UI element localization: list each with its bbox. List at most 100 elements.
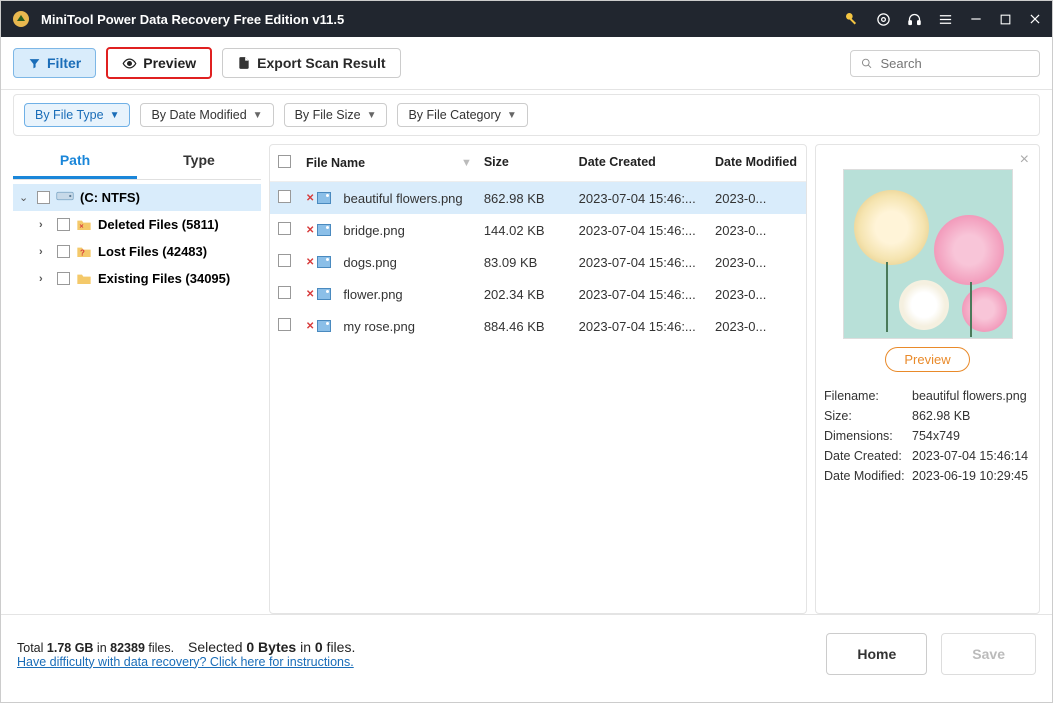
file-date-created: 2023-07-04 15:46:...	[579, 191, 715, 206]
tree-item-label: Lost Files (42483)	[98, 244, 207, 259]
filterbar: By File Type▼ By Date Modified▼ By File …	[13, 94, 1040, 136]
home-button[interactable]: Home	[826, 633, 927, 675]
chevron-down-icon: ▼	[367, 110, 377, 121]
folder-icon	[76, 272, 92, 286]
deleted-mark-icon: ✕	[306, 321, 314, 332]
caret-down-icon: ⌄	[19, 191, 31, 204]
preview-open-button[interactable]: Preview	[885, 347, 969, 372]
filter-file-type[interactable]: By File Type▼	[24, 103, 130, 127]
svg-text:×: ×	[79, 221, 83, 230]
column-header: File Name▼ Size Date Created Date Modifi…	[270, 145, 806, 182]
key-icon[interactable]	[844, 11, 860, 27]
funnel-icon	[28, 57, 41, 70]
table-row[interactable]: ✕dogs.png83.09 KB2023-07-04 15:46:...202…	[270, 246, 806, 278]
deleted-mark-icon: ✕	[306, 289, 314, 300]
checkbox[interactable]	[278, 286, 291, 299]
eye-icon	[122, 56, 137, 71]
headphones-icon[interactable]	[907, 12, 922, 27]
file-date-created: 2023-07-04 15:46:...	[579, 287, 715, 302]
file-size: 862.98 KB	[484, 191, 579, 206]
checkbox[interactable]	[57, 245, 70, 258]
table-row[interactable]: ✕my rose.png884.46 KB2023-07-04 15:46:..…	[270, 310, 806, 342]
file-list: File Name▼ Size Date Created Date Modifi…	[269, 144, 807, 614]
image-file-icon	[317, 288, 331, 300]
folder-deleted-icon: ×	[76, 218, 92, 232]
caret-right-icon: ›	[39, 246, 51, 258]
export-button[interactable]: Export Scan Result	[222, 48, 400, 78]
search-box[interactable]	[850, 50, 1040, 77]
meta-date-created: 2023-07-04 15:46:14	[912, 449, 1031, 463]
file-name: beautiful flowers.png	[343, 191, 462, 206]
export-icon	[237, 56, 251, 70]
disc-icon[interactable]	[876, 12, 891, 27]
help-link[interactable]: Have difficulty with data recovery? Clic…	[17, 655, 354, 669]
tree-item-lost[interactable]: › ? Lost Files (42483)	[13, 238, 261, 265]
tab-path[interactable]: Path	[13, 144, 137, 179]
meta-filename: beautiful flowers.png	[912, 389, 1031, 403]
checkbox[interactable]	[278, 254, 291, 267]
table-row[interactable]: ✕bridge.png144.02 KB2023-07-04 15:46:...…	[270, 214, 806, 246]
drive-icon	[56, 190, 74, 205]
file-name: dogs.png	[343, 255, 397, 270]
caret-right-icon: ›	[39, 273, 51, 285]
minimize-icon[interactable]	[969, 12, 983, 26]
search-input[interactable]	[880, 56, 1029, 71]
sidebar: Path Type ⌄ (C: NTFS) › × Deleted Files …	[13, 144, 261, 614]
search-icon	[861, 57, 872, 70]
filter-date-modified[interactable]: By Date Modified▼	[140, 103, 273, 127]
file-size: 83.09 KB	[484, 255, 579, 270]
col-date-created[interactable]: Date Created	[579, 155, 715, 171]
deleted-mark-icon: ✕	[306, 225, 314, 236]
checkbox[interactable]	[37, 191, 50, 204]
checkbox[interactable]	[57, 218, 70, 231]
app-title: MiniTool Power Data Recovery Free Editio…	[41, 12, 844, 27]
col-name[interactable]: File Name▼	[306, 155, 484, 171]
deleted-mark-icon: ✕	[306, 257, 314, 268]
sort-caret-icon: ▼	[461, 157, 472, 169]
file-date-modified: 2023-0...	[715, 287, 798, 302]
tree-root[interactable]: ⌄ (C: NTFS)	[13, 184, 261, 211]
filter-file-category[interactable]: By File Category▼	[397, 103, 527, 127]
save-button[interactable]: Save	[941, 633, 1036, 675]
checkbox[interactable]	[278, 222, 291, 235]
checkbox[interactable]	[278, 318, 291, 331]
footer: Total 1.78 GB in 82389 files. Selected 0…	[1, 614, 1052, 692]
caret-right-icon: ›	[39, 219, 51, 231]
filter-file-size[interactable]: By File Size▼	[284, 103, 388, 127]
preview-button[interactable]: Preview	[106, 47, 212, 79]
tree-item-deleted[interactable]: › × Deleted Files (5811)	[13, 211, 261, 238]
table-row[interactable]: ✕ flower.png 202.34 KB2023-07-04 15:46:...…	[270, 278, 806, 310]
file-size: 144.02 KB	[484, 223, 579, 238]
file-date-created: 2023-07-04 15:46:...	[579, 255, 715, 270]
chevron-down-icon: ▼	[507, 110, 517, 121]
export-label: Export Scan Result	[257, 55, 385, 71]
maximize-icon[interactable]	[999, 13, 1012, 26]
tab-type[interactable]: Type	[137, 144, 261, 179]
file-date-modified: 2023-0...	[715, 191, 798, 206]
menu-icon[interactable]	[938, 12, 953, 27]
checkbox-all[interactable]	[278, 155, 291, 168]
col-size[interactable]: Size	[484, 155, 579, 171]
file-name: my rose.png	[343, 319, 415, 334]
checkbox[interactable]	[278, 190, 291, 203]
file-name: flower.png	[343, 287, 402, 302]
svg-text:?: ?	[80, 248, 85, 257]
file-size: 884.46 KB	[484, 319, 579, 334]
close-icon[interactable]	[1028, 12, 1042, 26]
preview-thumbnail	[843, 169, 1013, 339]
tree-item-existing[interactable]: › Existing Files (34095)	[13, 265, 261, 292]
file-size: 202.34 KB	[484, 287, 579, 302]
checkbox[interactable]	[57, 272, 70, 285]
preview-label: Preview	[143, 55, 196, 71]
meta-size: 862.98 KB	[912, 409, 1031, 423]
tree-item-label: Deleted Files (5811)	[98, 217, 219, 232]
tree-item-label: Existing Files (34095)	[98, 271, 230, 286]
meta-dimensions: 754x749	[912, 429, 1031, 443]
close-preview-icon[interactable]: ×	[1020, 151, 1029, 169]
deleted-mark-icon: ✕	[306, 193, 314, 204]
col-date-modified[interactable]: Date Modified	[715, 155, 798, 171]
table-row[interactable]: ✕ beautiful flowers.png 862.98 KB2023-07-0…	[270, 182, 806, 214]
image-file-icon	[317, 256, 331, 268]
tree-root-label: (C: NTFS)	[80, 190, 140, 205]
filter-button[interactable]: Filter	[13, 48, 96, 78]
